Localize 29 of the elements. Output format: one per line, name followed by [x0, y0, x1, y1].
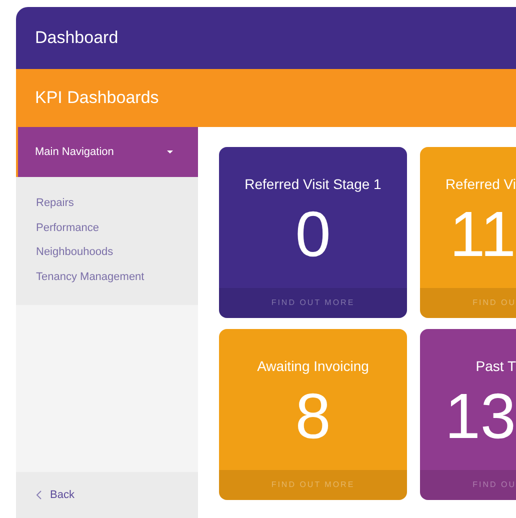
- kpi-card[interactable]: Past T 13 FIND OU: [420, 329, 516, 500]
- card-title: Referred Vi: [445, 175, 516, 194]
- find-out-more-link[interactable]: FIND OUT MORE: [271, 479, 355, 491]
- card-footer[interactable]: FIND OUT MORE: [219, 470, 407, 500]
- nav-link[interactable]: Repairs: [16, 191, 198, 216]
- card-value: 8: [295, 381, 331, 451]
- card-title: Referred Visit Stage 1: [244, 175, 382, 194]
- main-navigation-toggle[interactable]: Main Navigation: [16, 127, 198, 177]
- nav-link[interactable]: Neighbouhoods: [16, 240, 198, 264]
- header-title: Dashboard: [35, 27, 118, 50]
- nav-link[interactable]: Tenancy Management: [16, 264, 198, 289]
- card-value: 13: [444, 381, 516, 451]
- card-footer[interactable]: FIND OUT MORE: [219, 288, 407, 318]
- back-button[interactable]: Back: [36, 486, 74, 504]
- find-out-more-link[interactable]: FIND OU: [472, 297, 516, 309]
- chevron-left-icon: [36, 490, 42, 500]
- card-title: Awaiting Invoicing: [257, 357, 369, 376]
- find-out-more-link[interactable]: FIND OUT MORE: [271, 297, 355, 309]
- sub-header-title: KPI Dashboards: [35, 87, 159, 110]
- card-value: 0: [295, 199, 331, 269]
- card-title: Past T: [476, 357, 516, 376]
- card-footer[interactable]: FIND OU: [420, 470, 516, 500]
- card-value: 11: [450, 199, 516, 269]
- kpi-card[interactable]: Awaiting Invoicing 8 FIND OUT MORE: [219, 329, 407, 500]
- card-footer[interactable]: FIND OU: [420, 288, 516, 318]
- nav-link[interactable]: Performance: [16, 216, 198, 240]
- kpi-card[interactable]: Referred Visit Stage 1 0 FIND OUT MORE: [219, 147, 407, 318]
- find-out-more-link[interactable]: FIND OU: [472, 479, 516, 491]
- kpi-card[interactable]: Referred Vi 11 FIND OU: [420, 147, 516, 318]
